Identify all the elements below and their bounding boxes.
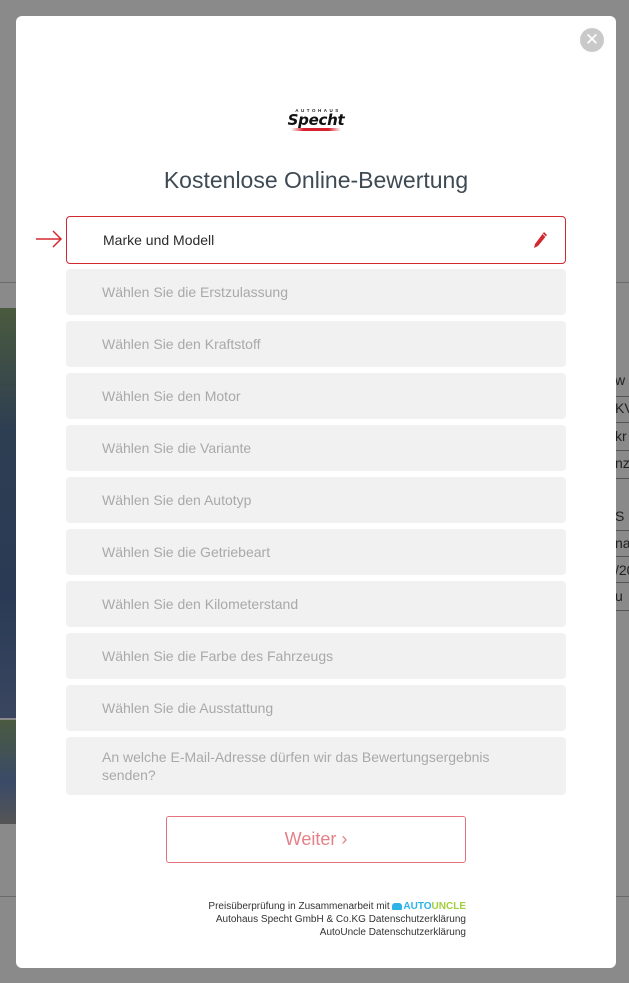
privacy-link-autouncle[interactable]: AutoUncle Datenschutzerklärung [320, 927, 466, 938]
autouncle-logo: AUTOUNCLE [392, 901, 466, 912]
field-brand-model[interactable]: Marke und Modell [66, 216, 566, 264]
field-color[interactable]: Wählen Sie die Farbe des Fahrzeugs [66, 633, 566, 679]
close-icon: ✕ [584, 30, 600, 49]
field-label: Marke und Modell [103, 232, 215, 248]
bg-car-thumbnail [0, 720, 16, 824]
field-label: An welche E-Mail-Adresse dürfen wir das … [102, 749, 490, 783]
bg-row-divider [615, 530, 629, 531]
footer-partner-line: Preisüberprüfung in Zusammenarbeit mit A… [208, 900, 466, 913]
pencil-icon [534, 232, 547, 248]
field-fuel[interactable]: Wählen Sie den Kraftstoff [66, 321, 566, 367]
valuation-modal: ✕ AUTOHAUS Specht Kostenlose Online-Bewe… [16, 16, 616, 968]
continue-button[interactable]: Weiter › [166, 816, 466, 863]
footer: Preisüberprüfung in Zusammenarbeit mit A… [208, 900, 466, 939]
field-engine[interactable]: Wählen Sie den Motor [66, 373, 566, 419]
bg-text-fragment: kr [615, 428, 627, 444]
bg-text-fragment: na [615, 535, 629, 551]
bg-row-divider [615, 556, 629, 557]
field-transmission[interactable]: Wählen Sie die Getriebeart [66, 529, 566, 575]
field-label: Wählen Sie den Kraftstoff [102, 336, 261, 352]
page-title: Kostenlose Online-Bewertung [163, 167, 469, 193]
bg-row-divider [615, 610, 629, 611]
field-label: Wählen Sie den Autotyp [102, 492, 252, 508]
close-button[interactable]: ✕ [580, 28, 604, 52]
footer-partner-text: Preisüberprüfung in Zusammenarbeit mit [208, 901, 390, 912]
bg-row-divider [615, 422, 629, 423]
bg-car-photo [0, 308, 16, 718]
field-mileage[interactable]: Wählen Sie den Kilometerstand [66, 581, 566, 627]
field-equipment[interactable]: Wählen Sie die Ausstattung [66, 685, 566, 731]
car-icon [392, 903, 403, 910]
bg-text-fragment: S [615, 508, 625, 524]
privacy-link-specht[interactable]: Autohaus Specht GmbH & Co.KG Datenschutz… [216, 914, 466, 925]
bg-text-fragment: KV [615, 400, 629, 416]
autouncle-logo-auto: AUTO [403, 901, 432, 912]
field-label: Wählen Sie die Variante [102, 440, 252, 456]
field-label: Wählen Sie die Farbe des Fahrzeugs [102, 648, 334, 664]
bg-text-fragment: u [615, 588, 623, 604]
autouncle-logo-uncle: UNCLE [431, 901, 466, 912]
bg-text-fragment: nz [615, 455, 629, 471]
field-first-registration[interactable]: Wählen Sie die Erstzulassung [66, 269, 566, 315]
field-car-type[interactable]: Wählen Sie den Autotyp [66, 477, 566, 523]
bg-text-fragment: w [615, 372, 626, 388]
bg-row-divider [615, 582, 629, 583]
field-email[interactable]: An welche E-Mail-Adresse dürfen wir das … [66, 737, 566, 795]
bg-row-divider [615, 450, 629, 451]
bg-text-fragment: /20 [615, 562, 629, 578]
field-label: Wählen Sie die Getriebeart [102, 544, 271, 560]
field-variant[interactable]: Wählen Sie die Variante [66, 425, 566, 471]
field-label: Wählen Sie den Motor [102, 388, 241, 404]
field-label: Wählen Sie die Ausstattung [102, 700, 274, 716]
field-label: Wählen Sie die Erstzulassung [102, 284, 288, 300]
bg-row-divider [615, 396, 629, 397]
field-label: Wählen Sie den Kilometerstand [102, 596, 299, 612]
brand-logo: AUTOHAUS Specht [278, 108, 354, 138]
bg-row-divider [615, 478, 629, 479]
logo-main-text: Specht [287, 111, 345, 129]
arrow-right-icon [36, 230, 63, 248]
